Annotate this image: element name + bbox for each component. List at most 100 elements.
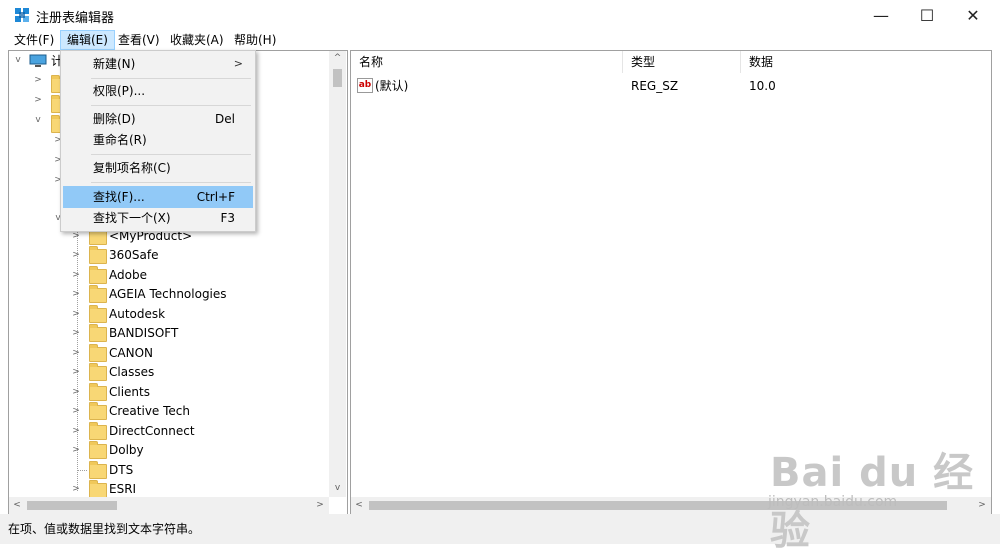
- chevron-right-icon[interactable]: >: [71, 246, 81, 265]
- menu-edit[interactable]: 编辑(E): [60, 30, 115, 50]
- chevron-right-icon[interactable]: >: [71, 422, 81, 441]
- chevron-right-icon[interactable]: >: [71, 305, 81, 324]
- tree-item[interactable]: > Classes: [9, 363, 329, 382]
- tree-item-label[interactable]: Adobe: [109, 266, 147, 285]
- tree-item[interactable]: > 360Safe: [9, 246, 329, 265]
- folder-icon: [89, 480, 107, 498]
- tree-item-label[interactable]: DTS: [109, 461, 133, 480]
- menu-item-label: 权限(P)...: [93, 84, 146, 98]
- folder-icon: [89, 285, 107, 303]
- folder-icon: [89, 344, 107, 362]
- scroll-down-icon[interactable]: v: [329, 483, 346, 493]
- tree-item-label[interactable]: Classes: [109, 363, 154, 382]
- tree-item-label[interactable]: Creative Tech: [109, 402, 190, 421]
- folder-icon: [89, 402, 107, 420]
- menu-separator: [91, 182, 251, 183]
- column-header-data[interactable]: 数据: [741, 51, 991, 73]
- chevron-down-icon[interactable]: v: [33, 115, 43, 125]
- menu-help[interactable]: 帮助(H): [228, 30, 282, 50]
- folder-icon: [89, 266, 107, 284]
- chevron-right-icon[interactable]: >: [33, 75, 43, 85]
- column-header-type[interactable]: 类型: [623, 51, 741, 73]
- menu-view[interactable]: 查看(V): [112, 30, 166, 50]
- tree-item-label[interactable]: 360Safe: [109, 246, 158, 265]
- scroll-thumb[interactable]: [333, 69, 342, 87]
- folder-icon: [89, 422, 107, 440]
- menu-item-find[interactable]: 查找(F)... Ctrl+F: [63, 186, 253, 208]
- tree-item[interactable]: > Clients: [9, 383, 329, 402]
- menu-item-permissions[interactable]: 权限(P)...: [63, 80, 253, 102]
- scroll-thumb[interactable]: [27, 501, 117, 510]
- chevron-right-icon[interactable]: >: [71, 441, 81, 460]
- computer-icon: [29, 54, 47, 71]
- scroll-left-icon[interactable]: <: [11, 500, 23, 510]
- tree-item-label[interactable]: DirectConnect: [109, 422, 195, 441]
- menu-item-label: 查找(F)...: [93, 190, 145, 204]
- tree-guide-line: [77, 470, 87, 471]
- menu-item-label: 重命名(R): [93, 133, 147, 147]
- chevron-right-icon[interactable]: >: [71, 363, 81, 382]
- tree-item[interactable]: > BANDISOFT: [9, 324, 329, 343]
- menu-item-rename[interactable]: 重命名(R): [63, 129, 253, 151]
- tree-item[interactable]: > Adobe: [9, 266, 329, 285]
- chevron-right-icon[interactable]: >: [71, 266, 81, 285]
- scroll-right-icon[interactable]: >: [314, 500, 326, 510]
- menu-bar: 文件(F) 编辑(E) 查看(V) 收藏夹(A) 帮助(H): [8, 30, 998, 50]
- submenu-arrow-icon: >: [233, 57, 243, 70]
- scroll-left-icon[interactable]: <: [353, 500, 365, 510]
- folder-icon: [89, 441, 107, 459]
- menu-item-delete[interactable]: 删除(D) Del: [63, 108, 253, 130]
- tree-vertical-scrollbar[interactable]: ^ v: [329, 51, 346, 497]
- chevron-down-icon[interactable]: v: [13, 55, 23, 65]
- menu-item-label: 查找下一个(X): [93, 211, 171, 225]
- menu-item-shortcut: Ctrl+F: [196, 190, 235, 204]
- scroll-up-icon[interactable]: ^: [329, 53, 346, 63]
- column-header-name[interactable]: 名称: [351, 51, 623, 73]
- chevron-right-icon[interactable]: >: [71, 285, 81, 304]
- menu-item-shortcut: F3: [220, 211, 235, 225]
- tree-item[interactable]: > Autodesk: [9, 305, 329, 324]
- tree-item[interactable]: > Dolby: [9, 441, 329, 460]
- tree-item-label[interactable]: BANDISOFT: [109, 324, 178, 343]
- folder-icon: [89, 227, 107, 245]
- chevron-right-icon[interactable]: >: [71, 383, 81, 402]
- chevron-right-icon[interactable]: >: [33, 95, 43, 105]
- minimize-button[interactable]: —: [858, 0, 904, 30]
- value-type: REG_SZ: [631, 79, 679, 93]
- edit-menu-dropdown: 新建(N) > 权限(P)... 删除(D) Del 重命名(R) 复制项名称(…: [60, 50, 256, 232]
- menu-item-copy-key-name[interactable]: 复制项名称(C): [63, 157, 253, 179]
- tree-item-label[interactable]: CANON: [109, 344, 153, 363]
- menu-separator: [91, 154, 251, 155]
- tree-item[interactable]: > AGEIA Technologies: [9, 285, 329, 304]
- tree-item-label[interactable]: Autodesk: [109, 305, 165, 324]
- tree-horizontal-scrollbar[interactable]: < >: [9, 497, 329, 514]
- menu-item-label: 删除(D): [93, 112, 136, 126]
- status-text: 在项、值或数据里找到文本字符串。: [8, 522, 201, 536]
- tree-item-label[interactable]: Dolby: [109, 441, 144, 460]
- menu-item-find-next[interactable]: 查找下一个(X) F3: [63, 207, 253, 229]
- window-title: 注册表编辑器: [36, 11, 115, 26]
- chevron-right-icon[interactable]: >: [71, 402, 81, 421]
- tree-item[interactable]: > CANON: [9, 344, 329, 363]
- tree-item[interactable]: > DirectConnect: [9, 422, 329, 441]
- tree-item-label[interactable]: AGEIA Technologies: [109, 285, 227, 304]
- close-button[interactable]: ✕: [950, 0, 996, 30]
- menu-separator: [91, 105, 251, 106]
- registry-editor-icon: [14, 7, 30, 23]
- folder-icon: [89, 383, 107, 401]
- folder-icon: [89, 324, 107, 342]
- chevron-right-icon[interactable]: >: [71, 324, 81, 343]
- baidu-watermark-url: jingyan.baidu.com: [768, 494, 898, 510]
- folder-icon: [89, 363, 107, 381]
- tree-item[interactable]: > Creative Tech: [9, 402, 329, 421]
- folder-icon: [89, 246, 107, 264]
- menu-item-new[interactable]: 新建(N) >: [63, 53, 253, 75]
- value-name[interactable]: (默认): [375, 77, 408, 95]
- tree-item[interactable]: DTS: [9, 461, 329, 480]
- maximize-button[interactable]: ☐: [904, 0, 950, 30]
- tree-item-label[interactable]: Clients: [109, 383, 150, 402]
- menu-separator: [91, 78, 251, 79]
- menu-file[interactable]: 文件(F): [8, 30, 60, 50]
- chevron-right-icon[interactable]: >: [71, 344, 81, 363]
- menu-favorites[interactable]: 收藏夹(A): [164, 30, 230, 50]
